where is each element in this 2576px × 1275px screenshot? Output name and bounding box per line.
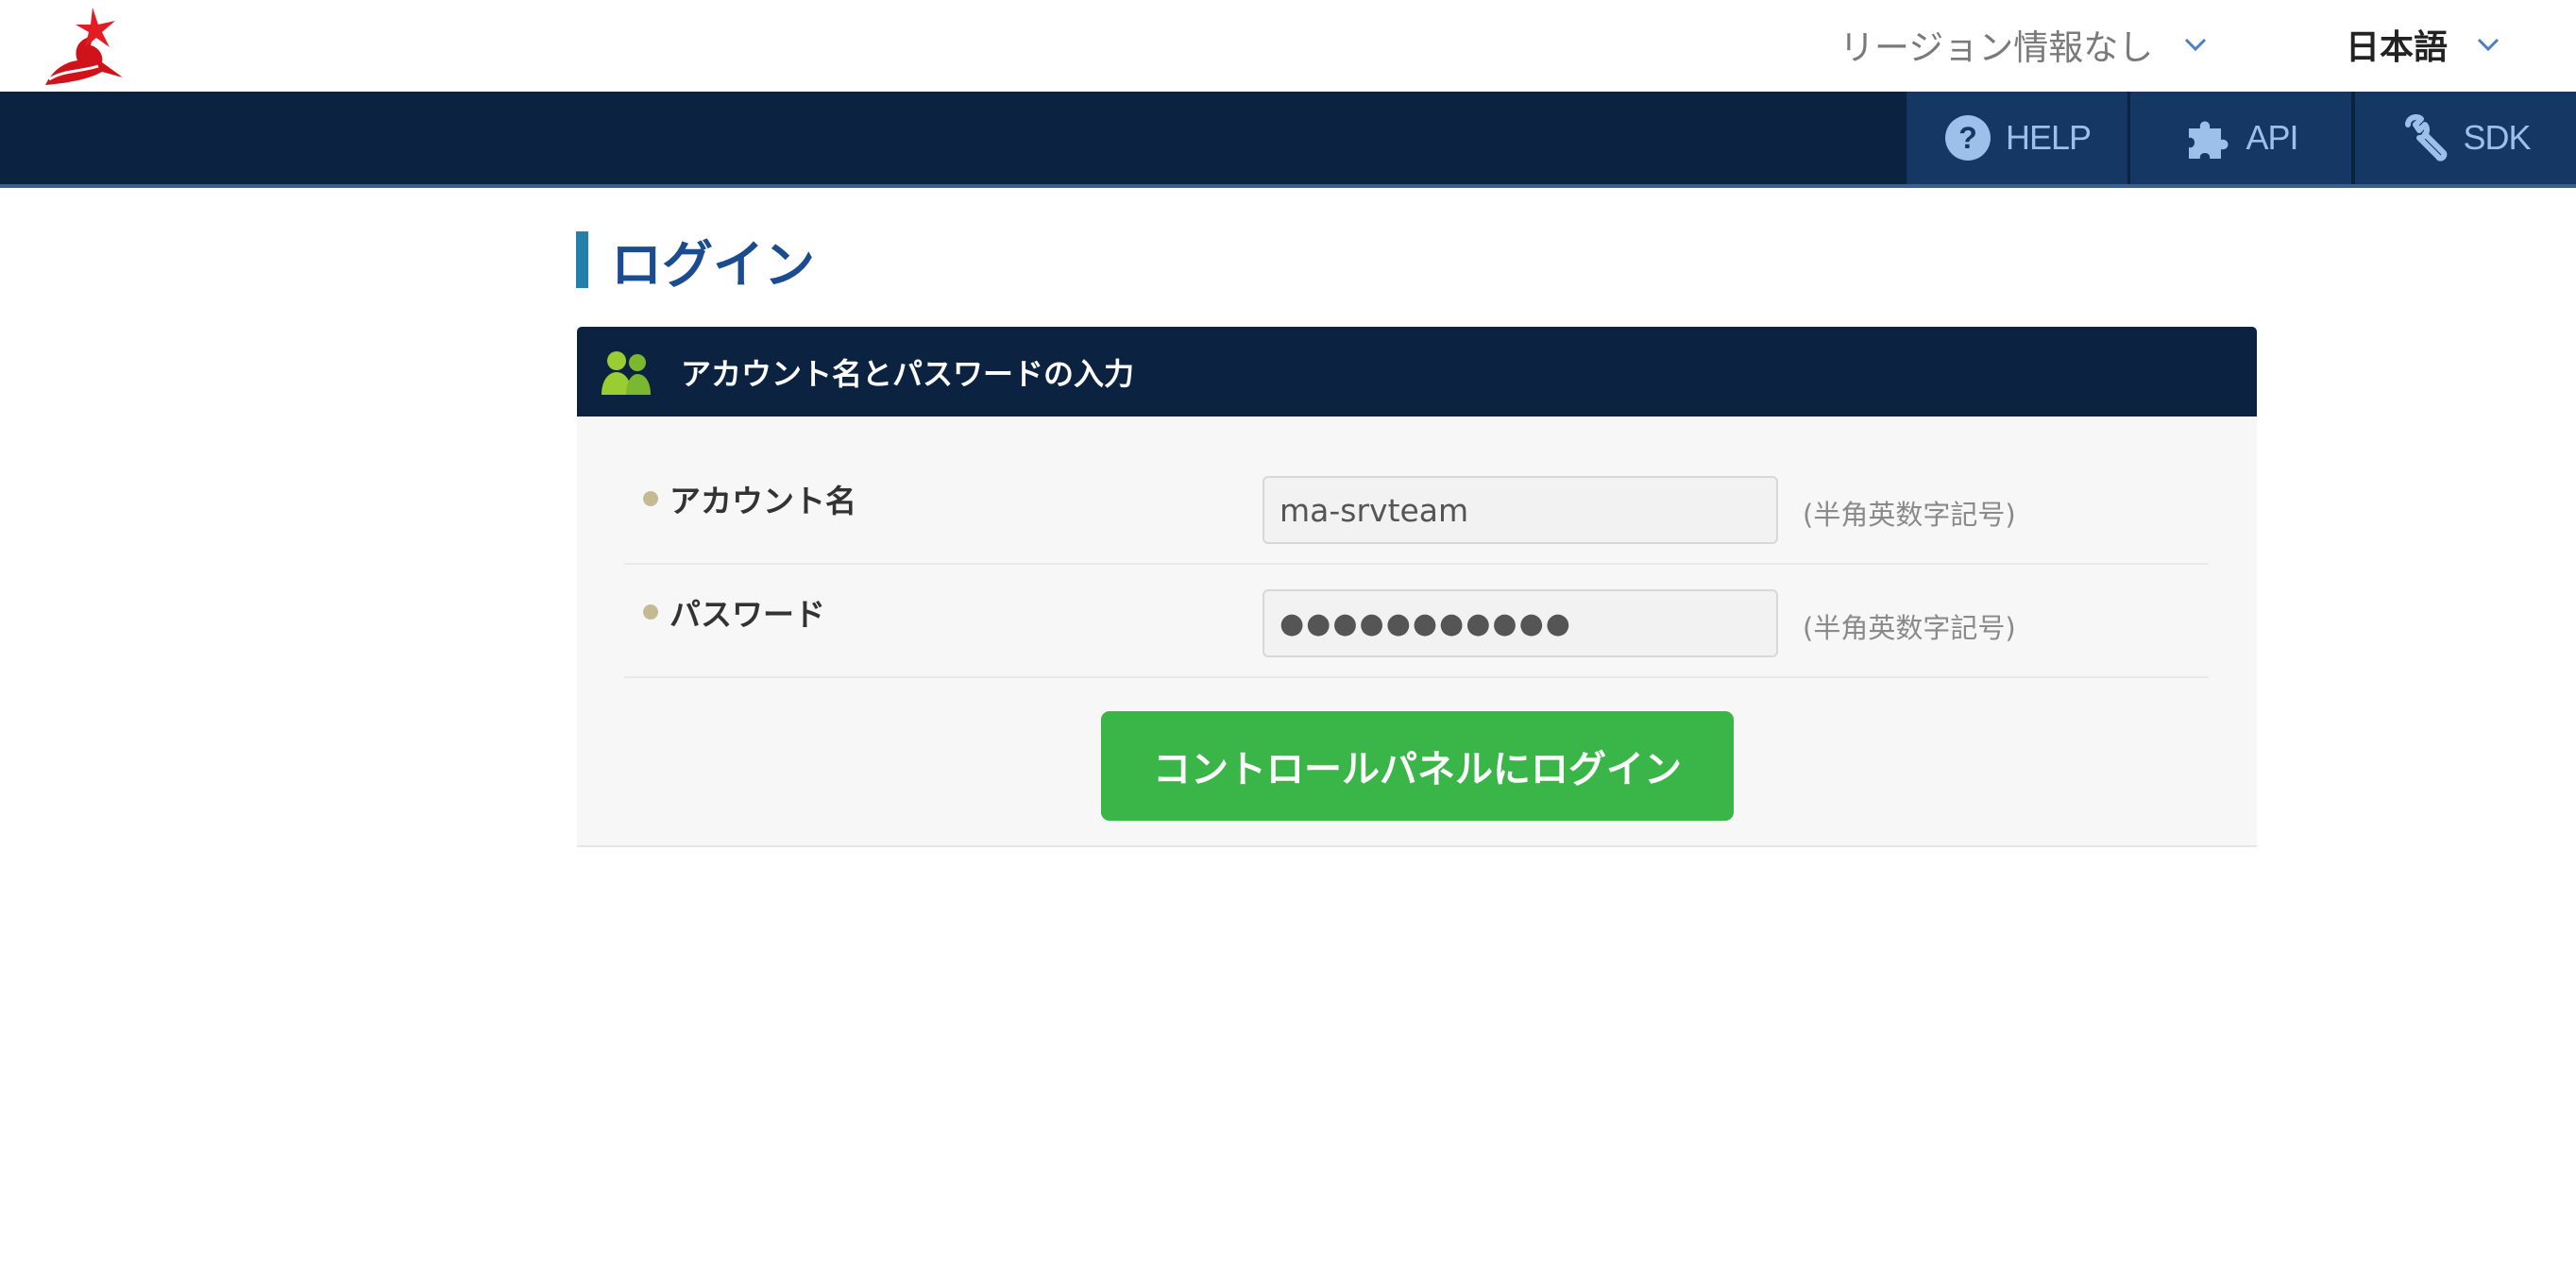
password-row: パスワード (半角英数字記号) <box>624 565 2209 678</box>
top-header: リージョン情報なし 日本語 <box>0 0 2576 92</box>
bullet-icon <box>643 491 658 506</box>
sdk-button[interactable]: SDK <box>2355 92 2576 184</box>
login-panel-title: アカウント名とパスワードの入力 <box>681 355 1135 392</box>
region-selector[interactable]: リージョン情報なし <box>1839 21 2210 68</box>
region-selector-label: リージョン情報なし <box>1839 27 2154 68</box>
account-label: アカウント名 <box>643 476 856 521</box>
language-selector[interactable]: 日本語 <box>2346 21 2502 68</box>
red-dragon-logo-icon[interactable] <box>36 4 130 91</box>
page-title-block: ログイン <box>576 227 815 295</box>
password-hint: (半角英数字記号) <box>1803 612 2016 644</box>
api-button[interactable]: API <box>2130 92 2351 184</box>
question-circle-icon: ? <box>1944 115 1991 161</box>
puzzle-piece-icon <box>2189 121 2229 159</box>
api-button-label: API <box>2246 118 2298 157</box>
chevron-down-icon <box>2477 38 2500 52</box>
password-input[interactable] <box>1263 589 1778 657</box>
help-button[interactable]: ? HELP <box>1907 92 2127 184</box>
nav-divider <box>0 184 2576 188</box>
login-button[interactable]: コントロールパネルにログイン <box>1101 711 1734 821</box>
password-label-text: パスワード <box>669 596 825 633</box>
help-button-label: HELP <box>2005 118 2092 157</box>
wrench-icon <box>2405 114 2448 162</box>
account-label-text: アカウント名 <box>669 483 856 519</box>
users-icon <box>602 350 651 395</box>
sdk-button-label: SDK <box>2463 118 2531 157</box>
account-row: アカウント名 (半角英数字記号) <box>624 451 2209 565</box>
login-panel-header: アカウント名とパスワードの入力 <box>577 327 2257 416</box>
page-title: ログイン <box>611 234 815 295</box>
bullet-icon <box>643 604 658 620</box>
account-hint: (半角英数字記号) <box>1803 499 2016 531</box>
svg-text:?: ? <box>1958 121 1977 155</box>
title-accent-bar <box>576 231 588 288</box>
password-label: パスワード <box>643 589 825 635</box>
account-name-input[interactable] <box>1263 476 1778 544</box>
language-selector-label: 日本語 <box>2346 28 2449 67</box>
chevron-down-icon <box>2185 38 2207 52</box>
